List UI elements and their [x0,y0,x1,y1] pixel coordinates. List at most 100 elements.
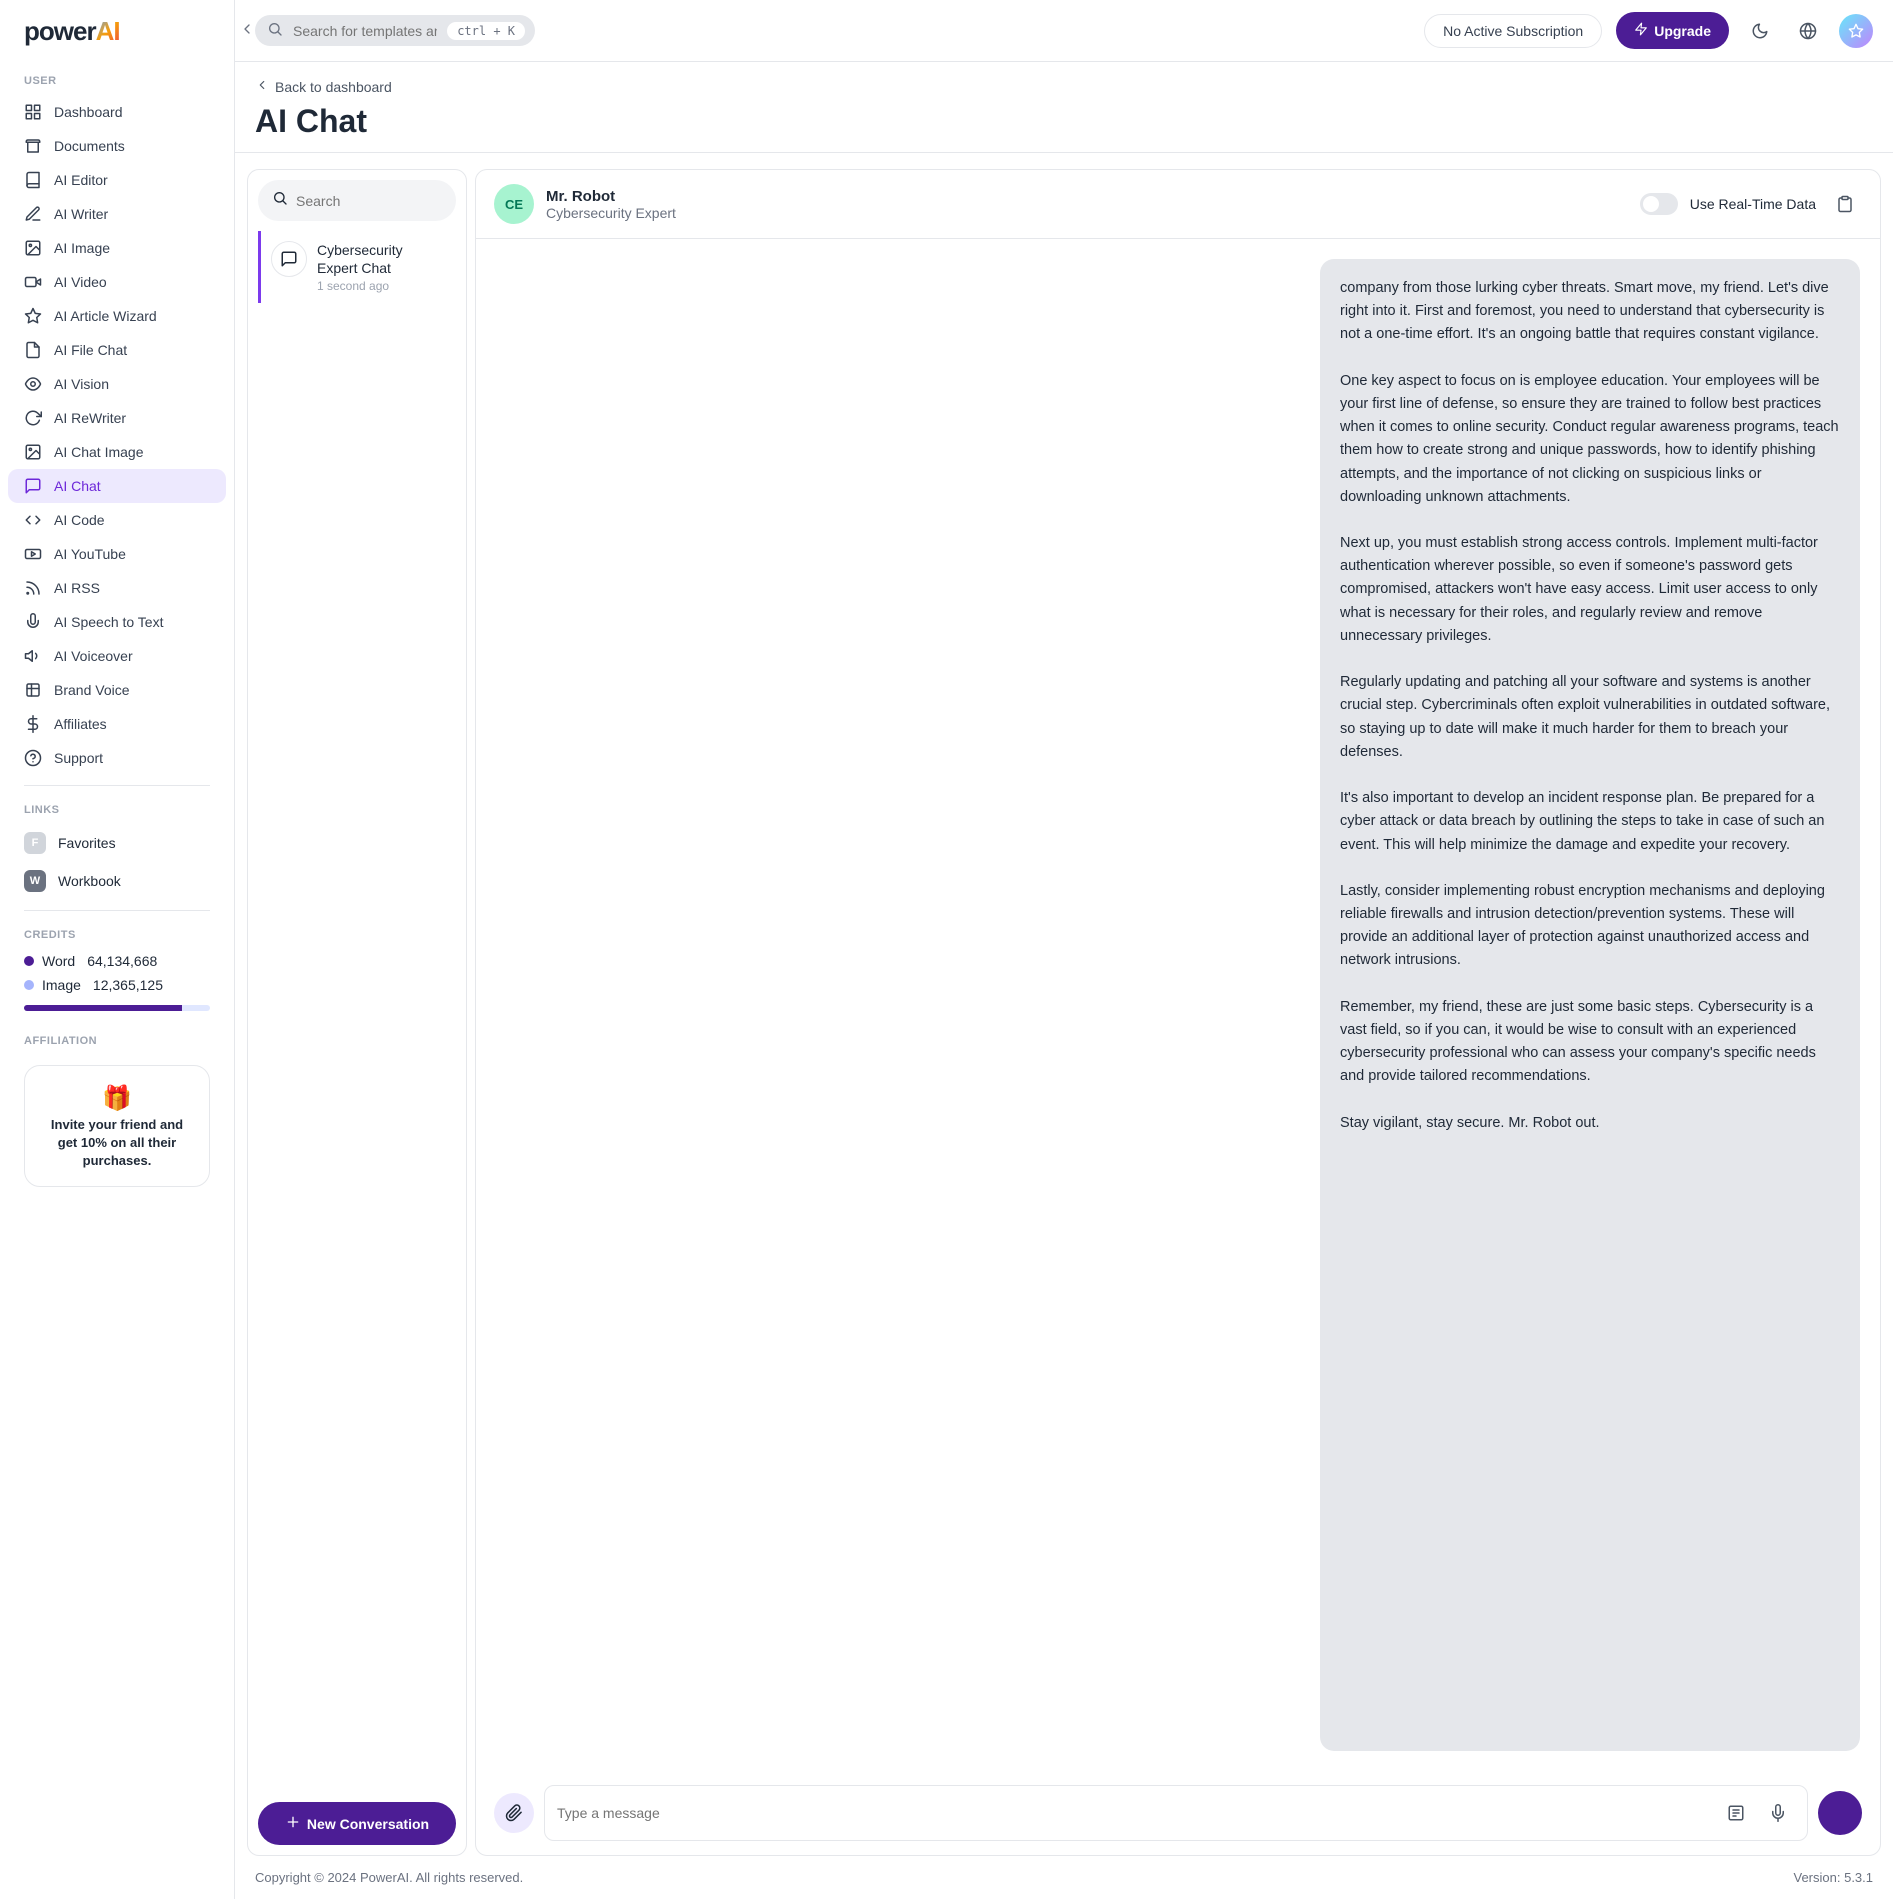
send-button[interactable] [1818,1791,1862,1835]
sidebar-item-documents[interactable]: Documents [8,129,226,163]
sidebar-item-ai-editor[interactable]: AI Editor [8,163,226,197]
topbar: ctrl + K No Active Subscription Upgrade [235,0,1893,62]
search-icon [272,190,288,211]
assistant-message: company from those lurking cyber threats… [1320,259,1860,1751]
persona-name: Mr. Robot [546,188,676,205]
sidebar-item-brand-voice[interactable]: Brand Voice [8,673,226,707]
search-input[interactable] [293,23,437,39]
template-button[interactable] [1719,1796,1753,1830]
section-links: LINKS [8,796,226,824]
chat-search-input[interactable] [296,193,442,209]
nav-label: AI Editor [54,172,108,188]
nav-icon [24,273,42,291]
divider [24,785,210,786]
credits-label: Word [42,953,75,969]
affiliation-text: Invite your friend and get 10% on all th… [41,1116,193,1171]
gift-icon: 🎁 [41,1082,193,1116]
chat-list-panel: Cybersecurity Expert Chat1 second ago Ne… [247,169,467,1856]
nav-label: AI Voiceover [54,648,133,664]
nav-label: AI Chat [54,478,101,494]
nav-icon [24,579,42,597]
nav-icon [24,681,42,699]
nav-icon [24,375,42,393]
sidebar-item-support[interactable]: Support [8,741,226,775]
nav-label: AI YouTube [54,546,126,562]
nav-label: Brand Voice [54,682,130,698]
language-button[interactable] [1791,14,1825,48]
sidebar-item-ai-image[interactable]: AI Image [8,231,226,265]
nav-icon [24,103,42,121]
chevron-left-icon[interactable] [239,21,255,40]
nav-label: AI Speech to Text [54,614,163,630]
new-conversation-label: New Conversation [307,1816,429,1832]
sidebar-item-ai-code[interactable]: AI Code [8,503,226,537]
mic-button[interactable] [1761,1796,1795,1830]
subscription-status: No Active Subscription [1424,14,1602,48]
shortcut-hint: ctrl + K [447,22,525,40]
sidebar-item-ai-vision[interactable]: AI Vision [8,367,226,401]
link-workbook[interactable]: WWorkbook [8,862,226,900]
nav-label: AI Article Wizard [54,308,157,324]
section-user: USER [8,67,226,95]
sidebar-item-ai-rss[interactable]: AI RSS [8,571,226,605]
sidebar-item-affiliates[interactable]: Affiliates [8,707,226,741]
export-button[interactable] [1828,187,1862,221]
chevron-left-icon [255,78,269,95]
sidebar-item-ai-chat[interactable]: AI Chat [8,469,226,503]
logo[interactable]: powerAI [8,16,226,67]
plus-icon [285,1814,301,1833]
nav-icon [24,647,42,665]
nav-label: AI Video [54,274,107,290]
sidebar-item-ai-video[interactable]: AI Video [8,265,226,299]
sidebar-item-ai-chat-image[interactable]: AI Chat Image [8,435,226,469]
nav-icon [24,511,42,529]
upgrade-button[interactable]: Upgrade [1616,12,1729,49]
message-input[interactable] [557,1805,1711,1821]
nav-icon [24,239,42,257]
nav-label: Support [54,750,103,766]
realtime-toggle[interactable] [1640,193,1678,215]
link-label: Favorites [58,835,116,851]
sidebar-item-ai-writer[interactable]: AI Writer [8,197,226,231]
divider [24,910,210,911]
nav-icon [24,341,42,359]
chat-list-item[interactable]: Cybersecurity Expert Chat1 second ago [258,231,456,303]
nav-label: AI Image [54,240,110,256]
sidebar-item-ai-article-wizard[interactable]: AI Article Wizard [8,299,226,333]
nav-label: AI File Chat [54,342,127,358]
back-to-dashboard[interactable]: Back to dashboard [255,78,1873,95]
chat-panel: CE Mr. Robot Cybersecurity Expert Use Re… [475,169,1881,1856]
chat-item-title: Cybersecurity Expert Chat [317,241,446,277]
new-conversation-button[interactable]: New Conversation [258,1802,456,1845]
sidebar-item-ai-youtube[interactable]: AI YouTube [8,537,226,571]
chat-search[interactable] [258,180,456,221]
user-avatar[interactable] [1839,14,1873,48]
nav-icon [24,409,42,427]
global-search[interactable]: ctrl + K [255,15,535,46]
link-favorites[interactable]: F Favorites [8,824,226,862]
nav-icon [24,443,42,461]
sidebar-item-ai-voiceover[interactable]: AI Voiceover [8,639,226,673]
nav-label: AI Vision [54,376,109,392]
nav-icon [24,749,42,767]
persona-avatar: CE [494,184,534,224]
credits-value: 64,134,668 [87,953,157,969]
sidebar-item-dashboard[interactable]: Dashboard [8,95,226,129]
nav-icon [24,545,42,563]
dark-mode-toggle[interactable] [1743,14,1777,48]
nav-icon [24,613,42,631]
sidebar-item-ai-rewriter[interactable]: AI ReWriter [8,401,226,435]
attach-button[interactable] [494,1793,534,1833]
link-badge: F [24,832,46,854]
credits-progress [24,1005,210,1011]
credits-dot [24,980,34,990]
sidebar-item-ai-file-chat[interactable]: AI File Chat [8,333,226,367]
nav-icon [24,477,42,495]
credits-word: Word 64,134,668 [8,949,226,973]
section-credits: CREDITS [8,921,226,949]
affiliation-card[interactable]: 🎁 Invite your friend and get 10% on all … [24,1065,210,1187]
lightning-icon [1634,22,1648,39]
persona-subtitle: Cybersecurity Expert [546,205,676,221]
sidebar-item-ai-speech-to-text[interactable]: AI Speech to Text [8,605,226,639]
footer-copyright: Copyright © 2024 PowerAI. All rights res… [255,1870,523,1885]
